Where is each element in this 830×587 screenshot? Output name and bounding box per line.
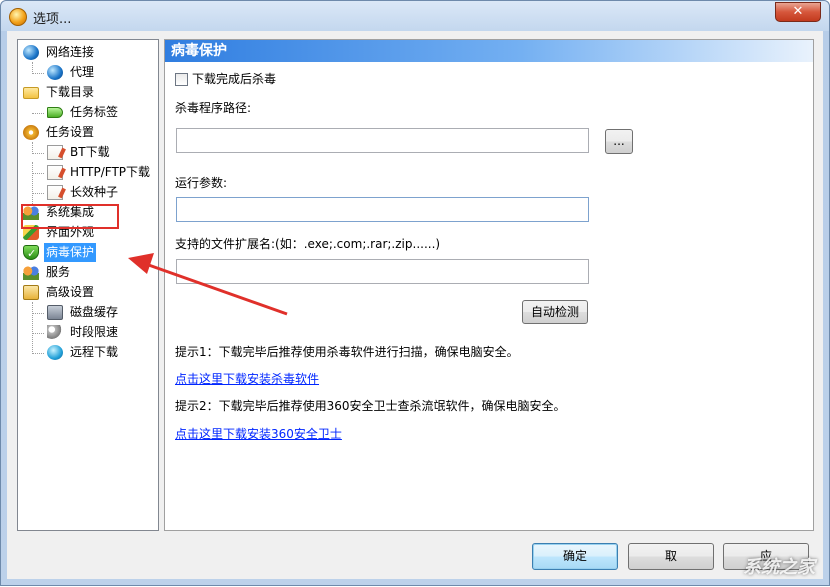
watermark-text: 系统之家 <box>743 557 815 578</box>
annotation-arrow <box>128 253 288 316</box>
options-dialog: 选项... ✕ 网络连接 代理 下载目录 任务标签 任务设置 BT下载 HTTP/FTP下载… <box>0 0 830 586</box>
